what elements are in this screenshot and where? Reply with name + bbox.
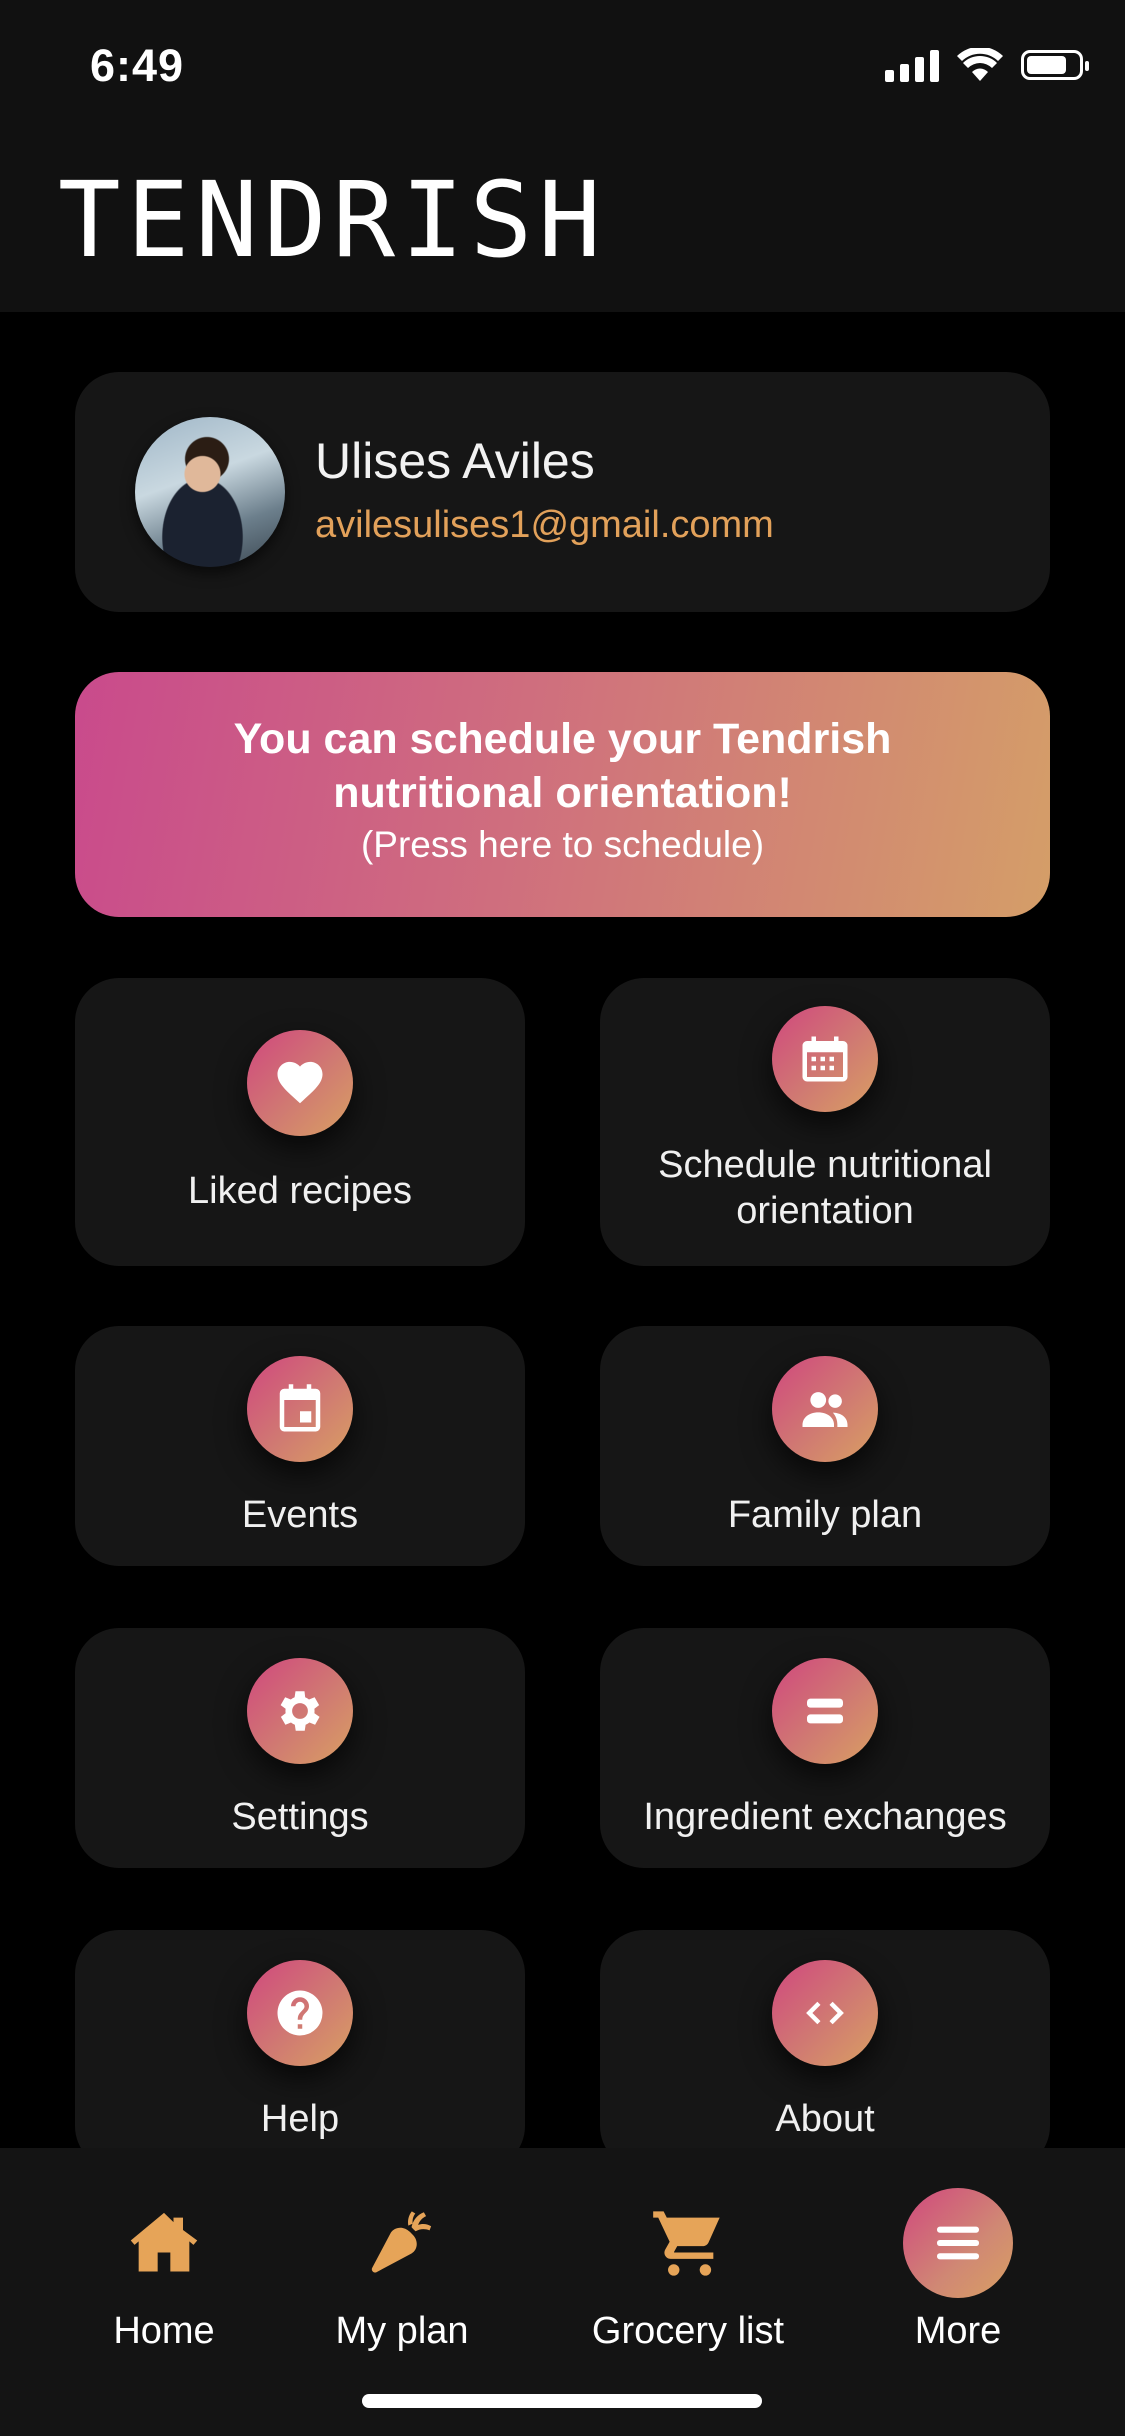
tile-schedule-orientation[interactable]: Schedule nutritional orientation <box>600 978 1050 1266</box>
question-icon <box>247 1960 353 2066</box>
tile-family-plan[interactable]: Family plan <box>600 1326 1050 1566</box>
cellular-signal-icon <box>885 48 939 82</box>
battery-icon <box>1021 50 1089 80</box>
banner-hint: (Press here to schedule) <box>360 824 765 865</box>
heart-icon <box>247 1030 353 1136</box>
app-title: TENDRISH <box>58 159 607 281</box>
tile-help[interactable]: Help <box>75 1930 525 2170</box>
event-calendar-icon <box>247 1356 353 1462</box>
status-time: 6:49 <box>90 40 185 91</box>
profile-name: Ulises Aviles <box>315 433 595 489</box>
tile-about[interactable]: About <box>600 1930 1050 2170</box>
tile-label: Settings <box>231 1796 369 1838</box>
tile-label: Family plan <box>727 1494 923 1536</box>
avatar <box>135 417 285 567</box>
bottom-nav: Home My plan Grocery list More <box>0 2148 1125 2436</box>
schedule-banner[interactable]: You can schedule your Tendrish nutrition… <box>75 672 1050 917</box>
top-bar: 6:49 TENDRISH <box>0 0 1125 312</box>
nav-label: More <box>914 2310 1002 2352</box>
carrot-icon <box>347 2188 457 2298</box>
nav-label: Home <box>113 2310 215 2352</box>
nav-label: Grocery list <box>591 2310 785 2352</box>
home-icon <box>109 2188 219 2298</box>
tile-liked-recipes[interactable]: Liked recipes <box>75 978 525 1266</box>
tile-settings[interactable]: Settings <box>75 1628 525 1868</box>
gear-icon <box>247 1658 353 1764</box>
tile-label: Help <box>260 2098 340 2140</box>
code-icon <box>772 1960 878 2066</box>
menu-icon <box>903 2188 1013 2298</box>
tile-label: About <box>775 2098 875 2140</box>
banner-message: You can schedule your Tendrish nutrition… <box>233 715 892 817</box>
tile-events[interactable]: Events <box>75 1326 525 1566</box>
tile-label: Ingredient exchanges <box>643 1796 1007 1838</box>
nav-label: My plan <box>335 2310 469 2352</box>
people-icon <box>772 1356 878 1462</box>
equals-icon <box>772 1658 878 1764</box>
cart-icon <box>633 2188 743 2298</box>
tile-label: Schedule nutritional orientation <box>658 1144 992 1232</box>
status-icons <box>885 48 1089 82</box>
tile-ingredient-exchanges[interactable]: Ingredient exchanges <box>600 1628 1050 1868</box>
profile-card[interactable]: Ulises Aviles avilesulises1@gmail.comm <box>75 372 1050 612</box>
wifi-icon <box>957 48 1003 81</box>
tile-label: Events <box>241 1494 359 1536</box>
home-indicator[interactable] <box>362 2394 762 2408</box>
calendar-icon <box>772 1006 878 1112</box>
screen: 6:49 TENDRISH Ulises Aviles avilesulises… <box>0 0 1125 2436</box>
tile-label: Liked recipes <box>188 1170 412 1212</box>
profile-email: avilesulises1@gmail.comm <box>315 504 774 546</box>
